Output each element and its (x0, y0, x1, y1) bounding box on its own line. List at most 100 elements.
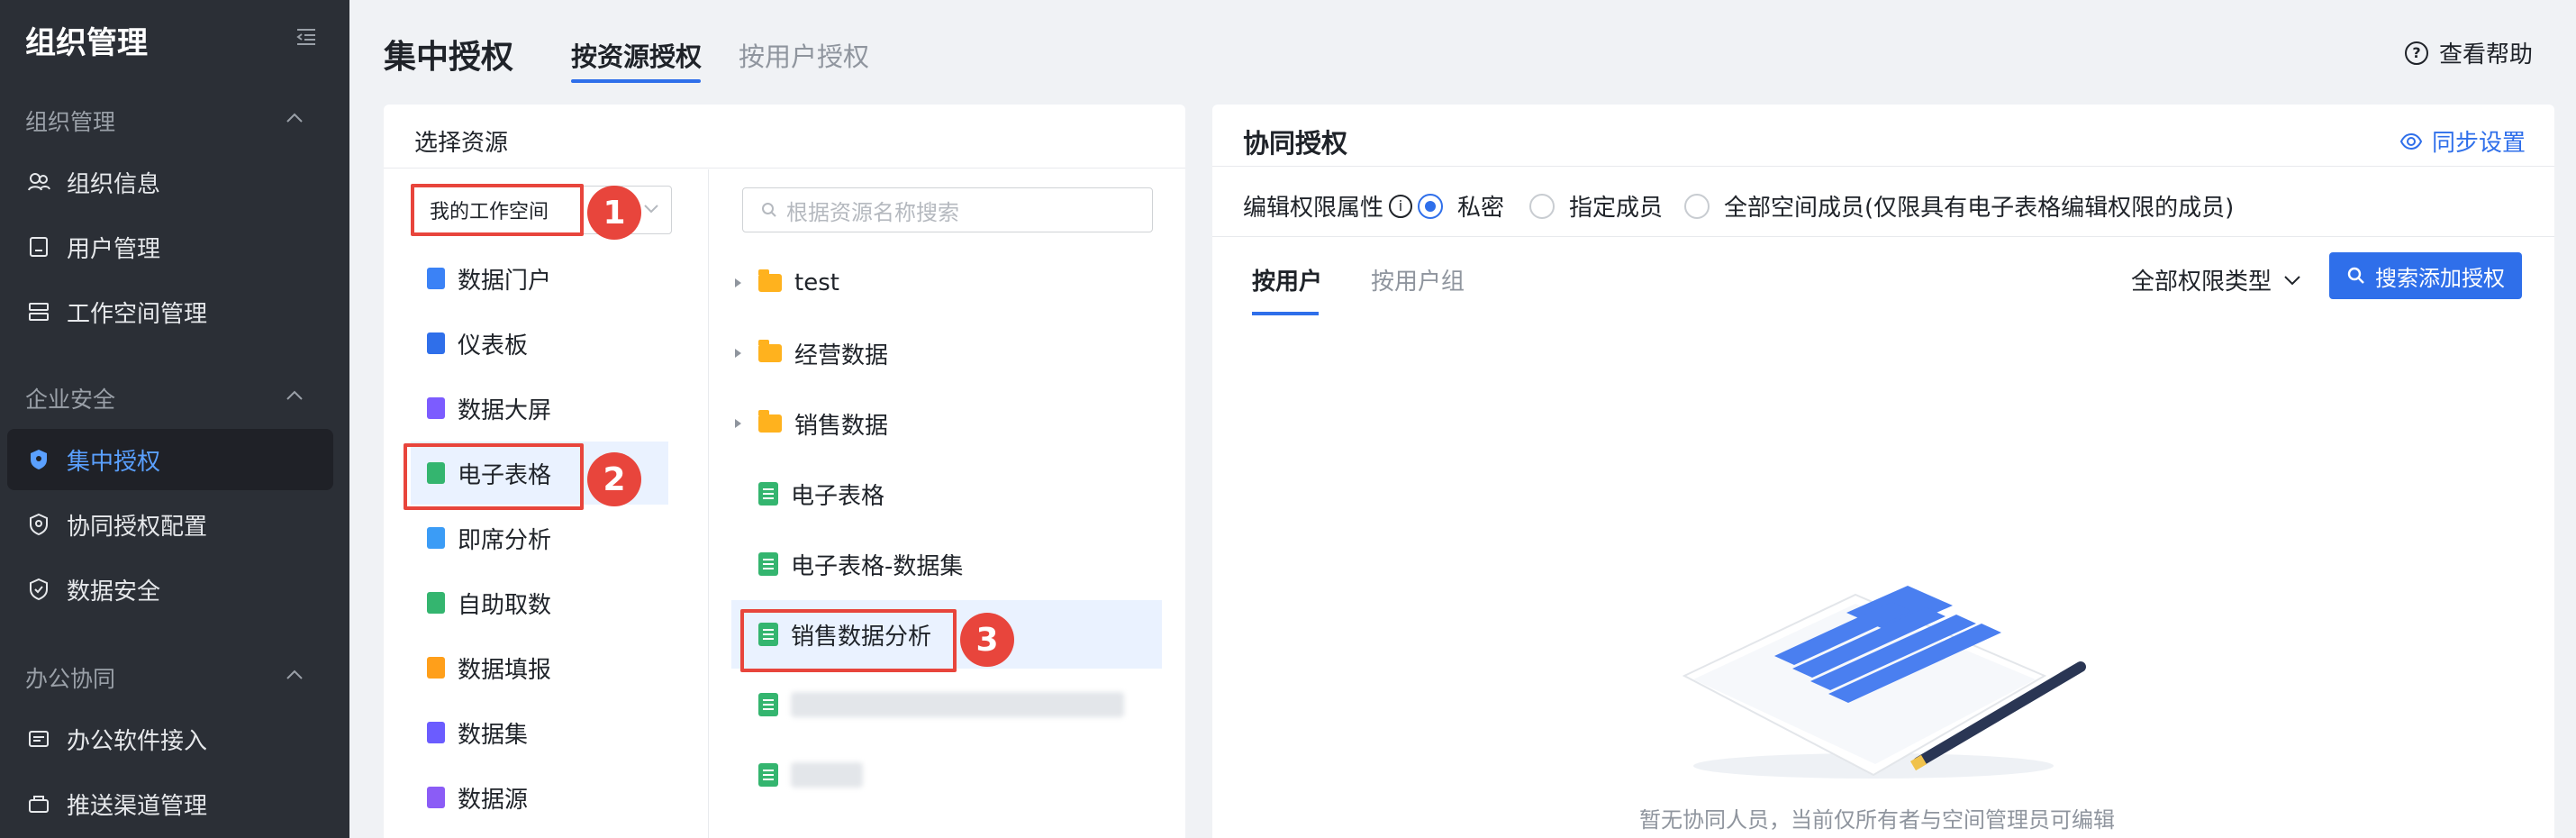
search-add-auth-button[interactable]: 搜索添加授权 (2329, 252, 2522, 299)
shield-outline-icon (27, 513, 50, 536)
annotation-box-2 (404, 443, 584, 510)
sidebar-item-label: 组织信息 (67, 170, 161, 198)
radio-specified[interactable]: 指定成员 (1529, 189, 1663, 223)
divider (1212, 236, 2554, 237)
push-icon (27, 792, 50, 815)
sidebar: 组织管理 组织管理 组织信息 用户管理 工作空间管理 企业安全 集中授权 协同授… (0, 0, 349, 838)
resource-type-icon (427, 787, 445, 808)
radio-all-members[interactable]: 全部空间成员(仅限具有电子表格编辑权限的成员) (1684, 189, 2234, 223)
sidebar-item-label: 数据安全 (67, 578, 161, 606)
tree-folder[interactable]: test (731, 249, 1162, 317)
sidebar-item-user-manage[interactable]: 用户管理 (7, 216, 333, 278)
tree-file[interactable]: 电子表格-数据集 (731, 530, 1162, 598)
sidebar-group-org[interactable]: 组织管理 (25, 105, 115, 137)
annotation-badge-1: 1 (587, 186, 641, 240)
search-icon (2347, 267, 2364, 284)
perm-type-dropdown[interactable]: 全部权限类型 (2131, 263, 2302, 296)
chevron-up-icon[interactable] (285, 389, 304, 402)
tree-file[interactable]: 电子表格 (731, 460, 1162, 528)
shield-icon (27, 448, 50, 471)
tree-item-label: 电子表格 (791, 482, 885, 510)
spreadsheet-icon (758, 693, 778, 716)
resource-type-item[interactable]: 数据源 (411, 766, 668, 829)
sidebar-group-office[interactable]: 办公协同 (25, 661, 115, 694)
tree-folder[interactable]: 销售数据 (731, 389, 1162, 458)
divider (1212, 166, 2554, 167)
resource-type-icon (427, 332, 445, 354)
empty-document-illustration (1682, 586, 2086, 779)
tree-file[interactable] (731, 741, 1162, 809)
tree-file[interactable] (731, 670, 1162, 739)
chevron-down-icon[interactable] (643, 204, 659, 214)
resource-type-item[interactable]: 数据门户 (411, 247, 668, 310)
annotation-badge-2: 2 (587, 452, 641, 506)
search-input[interactable]: 根据资源名称搜索 (742, 187, 1153, 232)
empty-state-text: 暂无协同人员，当前仅所有者与空间管理员可编辑 (1639, 807, 2115, 833)
chevron-up-icon[interactable] (285, 112, 304, 124)
sidebar-item-label: 工作空间管理 (67, 300, 208, 328)
resource-type-icon (427, 657, 445, 679)
sidebar-item-push-channel[interactable]: 推送渠道管理 (7, 773, 333, 834)
radio-circle (1529, 193, 1555, 219)
caret-right-icon[interactable] (733, 347, 744, 360)
search-icon (762, 203, 776, 217)
radio-circle (1418, 193, 1443, 219)
resource-panel-title: 选择资源 (414, 130, 509, 157)
tree-item-label: 电子表格-数据集 (791, 552, 964, 580)
sidebar-item-label: 用户管理 (67, 235, 161, 263)
question-icon: ? (2405, 41, 2428, 65)
sidebar-group-security[interactable]: 企业安全 (25, 382, 115, 414)
tree-item-label: 经营数据 (794, 342, 889, 369)
help-link[interactable]: ? 查看帮助 (2405, 36, 2533, 69)
sidebar-item-data-security[interactable]: 数据安全 (7, 559, 333, 620)
sidebar-title: 组织管理 (25, 25, 148, 61)
resource-type-icon (427, 592, 445, 614)
resource-type-item[interactable]: 数据大屏 (411, 377, 668, 440)
sync-eye-icon (2399, 132, 2423, 150)
sidebar-item-label: 集中授权 (67, 448, 161, 476)
tree-folder[interactable]: 经营数据 (731, 319, 1162, 387)
sidebar-item-central-auth[interactable]: 集中授权 (7, 429, 333, 490)
resource-type-label: 数据源 (458, 786, 529, 814)
caret-right-icon[interactable] (733, 277, 744, 289)
tab-underline (571, 79, 701, 83)
tab-by-user[interactable]: 按用户授权 (739, 36, 869, 74)
chevron-up-icon[interactable] (285, 669, 304, 681)
radio-private[interactable]: 私密 (1418, 189, 1504, 223)
resource-type-icon (427, 722, 445, 743)
chevron-down-icon (2284, 275, 2300, 285)
divider (708, 169, 709, 838)
resource-type-item[interactable]: 即席分析 (411, 506, 668, 569)
collab-panel-title: 协同授权 (1243, 128, 1348, 159)
sidebar-item-office-apps[interactable]: 办公软件接入 (7, 708, 333, 770)
collapse-menu-icon[interactable] (295, 27, 317, 47)
resource-type-item[interactable]: 数据集 (411, 701, 668, 764)
resource-type-item[interactable]: 自助取数 (411, 571, 668, 634)
resource-type-label: 仪表板 (458, 332, 529, 360)
office-icon (27, 727, 50, 751)
sidebar-item-org-info[interactable]: 组织信息 (7, 151, 333, 213)
resource-type-label: 数据大屏 (458, 396, 552, 424)
spreadsheet-icon (758, 763, 778, 787)
resource-type-label: 数据集 (458, 721, 529, 749)
resource-type-label: 数据门户 (458, 267, 552, 295)
shield-check-icon (27, 578, 50, 601)
sidebar-item-collab-auth[interactable]: 协同授权配置 (7, 494, 333, 555)
tab-by-resource[interactable]: 按资源授权 (571, 36, 702, 74)
resource-type-label: 自助取数 (458, 591, 552, 619)
annotation-badge-3: 3 (960, 613, 1014, 667)
sync-settings-link[interactable]: 同步设置 (2399, 124, 2526, 158)
caret-right-icon[interactable] (733, 417, 744, 430)
tree-item-label: 销售数据 (794, 412, 889, 440)
spreadsheet-icon (758, 552, 778, 576)
add-button-label: 搜索添加授权 (2375, 265, 2505, 291)
user-manage-icon (27, 235, 50, 259)
info-icon[interactable]: i (1389, 194, 1413, 218)
resource-type-item[interactable]: 数据填报 (411, 636, 668, 699)
subtab-by-user[interactable]: 按用户 (1252, 263, 1322, 296)
resource-type-item[interactable]: 仪表板 (411, 312, 668, 375)
tree-item-label: test (794, 269, 839, 296)
subtab-by-group[interactable]: 按用户组 (1371, 263, 1465, 296)
annotation-box-1 (411, 184, 584, 236)
sidebar-item-workspace[interactable]: 工作空间管理 (7, 281, 333, 342)
